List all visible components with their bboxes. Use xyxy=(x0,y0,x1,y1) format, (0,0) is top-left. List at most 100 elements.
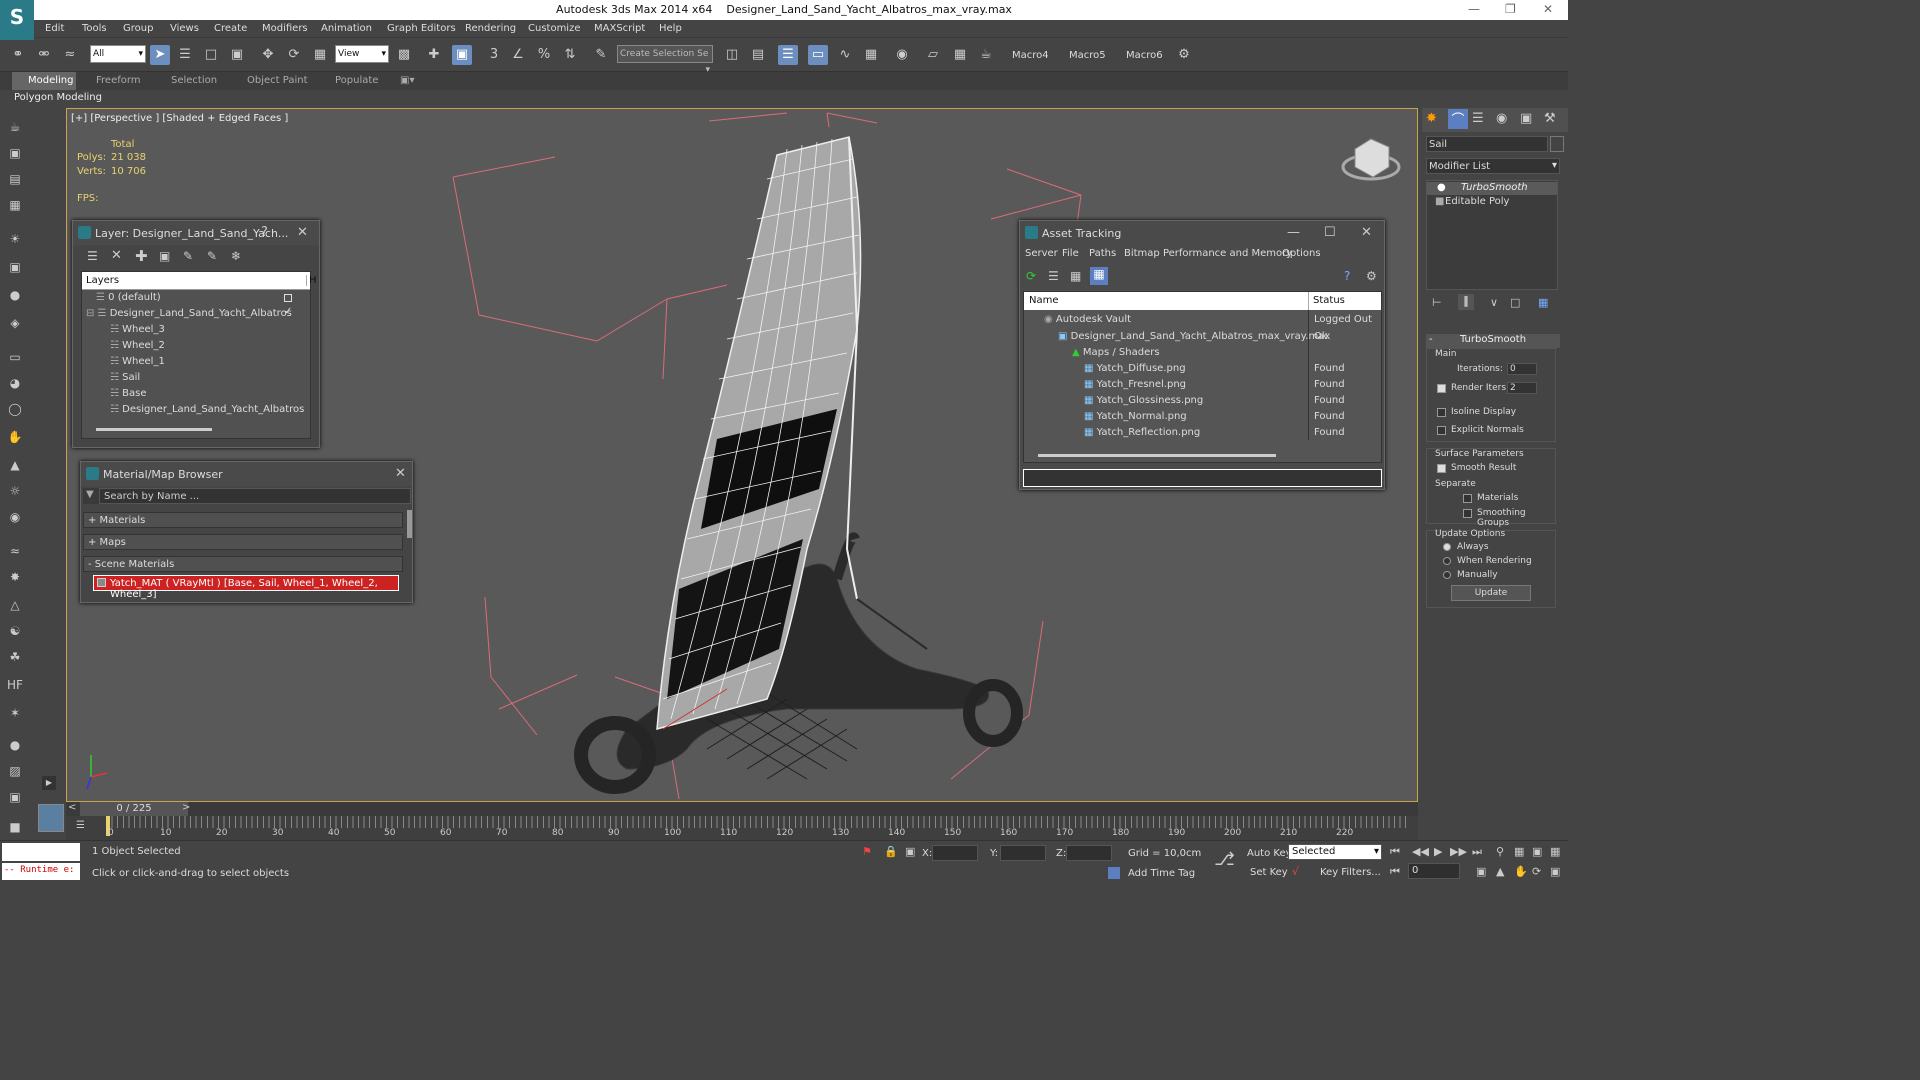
rect-selection-icon[interactable]: □ xyxy=(201,45,221,65)
macro5-button[interactable]: Macro5 xyxy=(1069,50,1106,61)
time-slider-thumb[interactable]: 0 / 225 xyxy=(80,802,188,816)
layer-row[interactable]: ⊟ ☰ Designer_Land_Sand_Yacht_Albatros xyxy=(86,306,292,322)
menu-views[interactable]: Views xyxy=(170,23,199,34)
go-to-end-icon[interactable]: ⏭ xyxy=(1472,845,1482,859)
go-to-start-icon[interactable]: ⏮ xyxy=(1390,845,1400,859)
x-coordinate-field[interactable] xyxy=(932,845,978,861)
asset-row[interactable]: ▦ Yatch_Glossiness.png xyxy=(1084,393,1203,409)
render-setup-icon[interactable]: ▱ xyxy=(923,45,943,65)
make-unique-icon[interactable]: ∨ xyxy=(1490,296,1498,309)
mini-curve-toggle[interactable] xyxy=(38,804,64,832)
tab-object-paint[interactable]: Object Paint xyxy=(247,75,308,86)
minimize-icon[interactable]: — xyxy=(1468,2,1480,16)
maps-section[interactable]: + Maps xyxy=(83,534,403,550)
zoom-all-icon[interactable]: ▦ xyxy=(1514,845,1524,858)
update-button[interactable]: Update xyxy=(1451,585,1531,601)
prev-frame-arrow-icon[interactable]: < xyxy=(68,802,76,813)
menu-graph-editors[interactable]: Graph Editors xyxy=(387,23,456,34)
vertical-scrollbar[interactable] xyxy=(407,510,412,538)
hf-icon[interactable]: HF xyxy=(6,676,24,694)
always-radio[interactable] xyxy=(1443,543,1451,551)
path-input[interactable] xyxy=(1023,469,1382,487)
orbit-icon[interactable]: ⟳ xyxy=(1532,865,1541,878)
new-layer-icon[interactable]: ☰ xyxy=(87,249,98,263)
select-objects-icon[interactable]: ▣ xyxy=(159,249,170,263)
particle-icon[interactable]: ✸ xyxy=(6,568,24,586)
link-icon[interactable]: ⚭ xyxy=(8,45,28,65)
menu-customize[interactable]: Customize xyxy=(528,23,581,34)
ribbon-toggle-icon[interactable]: ▭ xyxy=(808,45,828,65)
graph-icon[interactable]: ▨ xyxy=(6,762,24,780)
schematic-view-icon[interactable]: ▦ xyxy=(861,45,881,65)
add-icon[interactable]: ✚ xyxy=(135,247,148,265)
scale-icon[interactable]: ▦ xyxy=(310,45,330,65)
time-tag-icon[interactable] xyxy=(1108,867,1120,879)
horizontal-scrollbar[interactable] xyxy=(96,428,212,431)
object-color-swatch[interactable] xyxy=(1550,136,1564,152)
field-of-view-icon[interactable]: ▲ xyxy=(1496,865,1504,878)
object-row[interactable]: ☵ Wheel_1 xyxy=(110,354,165,370)
iterations-spinner[interactable]: 0 xyxy=(1507,363,1537,375)
window-crossing-icon[interactable]: ▣ xyxy=(227,45,247,65)
modify-tab-icon[interactable]: ⌒ xyxy=(1448,109,1468,129)
show-end-result-icon[interactable]: ‖ xyxy=(1458,294,1474,310)
stack-item-turbosmooth[interactable]: ● TurboSmooth xyxy=(1427,182,1557,195)
viewport-label[interactable]: [+] [Perspective ] [Shaded + Edged Faces… xyxy=(71,113,288,124)
menu-paths[interactable]: Paths xyxy=(1089,248,1116,259)
y-coordinate-field[interactable] xyxy=(1000,845,1046,861)
asset-row[interactable]: ▦ Yatch_Reflection.png xyxy=(1084,425,1200,441)
remove-modifier-icon[interactable]: □ xyxy=(1510,296,1520,309)
set-key-icon[interactable]: √ xyxy=(1292,865,1299,878)
turbosmooth-rollout-header[interactable]: - TurboSmooth xyxy=(1426,334,1560,348)
delete-icon[interactable]: ✕ xyxy=(111,248,122,263)
menu-rendering[interactable]: Rendering xyxy=(465,23,516,34)
select-object-icon[interactable]: ➤ xyxy=(150,45,170,65)
asset-row[interactable]: ▣ Designer_Land_Sand_Yacht_Albatros_max_… xyxy=(1058,329,1330,345)
keyboard-shortcut-override-icon[interactable]: ▣ xyxy=(452,45,472,65)
play-icon[interactable]: ▶ xyxy=(1434,845,1442,858)
zoom-extents-all-icon[interactable]: ▦ xyxy=(1550,845,1560,858)
ref-coord-dropdown[interactable]: View ▾ xyxy=(335,45,389,63)
next-frame-icon[interactable]: ▶▶ xyxy=(1450,845,1467,858)
pivot-center-icon[interactable]: ▩ xyxy=(394,45,414,65)
menu-bitmap-performance[interactable]: Bitmap Performance and Memory xyxy=(1124,248,1292,259)
key-icon[interactable]: ⎇ xyxy=(1214,849,1235,870)
next-frame-arrow-icon[interactable]: > xyxy=(182,802,190,813)
rendered-frame-icon[interactable]: ▦ xyxy=(950,45,970,65)
render-iters-checkbox[interactable] xyxy=(1437,384,1446,393)
close-icon[interactable]: ✕ xyxy=(297,225,308,240)
status-column-header[interactable]: Status xyxy=(1308,292,1345,310)
selection-filter-dropdown[interactable]: All ▾ xyxy=(90,45,146,63)
select-by-name-icon[interactable]: ☰ xyxy=(175,45,195,65)
maxscript-listener-top[interactable] xyxy=(2,843,80,861)
name-column-header[interactable]: Name xyxy=(1029,295,1059,306)
previous-frame-icon[interactable]: ◀◀ xyxy=(1412,845,1429,858)
explicit-normals-checkbox[interactable] xyxy=(1437,426,1446,435)
table-view-icon[interactable]: ▦ xyxy=(1090,267,1108,285)
add-time-tag-button[interactable]: Add Time Tag xyxy=(1128,868,1195,879)
when-rendering-radio[interactable] xyxy=(1443,557,1451,565)
utilities-tab-icon[interactable]: ⚒ xyxy=(1544,111,1556,126)
vray-icon[interactable]: ▣ xyxy=(6,788,24,806)
materials-section[interactable]: + Materials xyxy=(83,512,403,528)
teapot-icon[interactable]: ☕ xyxy=(6,118,24,136)
scene-material-item[interactable]: Yatch_MAT ( VRayMtl ) [Base, Sail, Wheel… xyxy=(93,575,399,600)
percent-snap-icon[interactable]: % xyxy=(534,45,554,65)
hair-icon[interactable]: ≈ xyxy=(6,542,24,560)
menu-help[interactable]: Help xyxy=(659,23,682,34)
gear-icon[interactable]: ⚙ xyxy=(1174,45,1194,65)
close-icon[interactable]: ✕ xyxy=(395,466,406,481)
time-config-icon[interactable]: ▣ xyxy=(1476,865,1486,878)
tab-selection[interactable]: Selection xyxy=(171,75,217,86)
menu-modifiers[interactable]: Modifiers xyxy=(262,23,308,34)
render-iters-spinner[interactable]: 2 xyxy=(1507,382,1537,394)
polygon-modeling-label[interactable]: Polygon Modeling xyxy=(14,92,102,103)
minimize-icon[interactable]: — xyxy=(1287,225,1300,240)
smoothing-groups-checkbox[interactable] xyxy=(1463,509,1472,518)
restore-icon[interactable]: ❐ xyxy=(1505,2,1516,16)
time-slider[interactable]: < 0 / 225 > xyxy=(66,802,1418,816)
helper-icon[interactable]: ◈ xyxy=(6,314,24,332)
isolate-icon[interactable]: ⚑ xyxy=(862,845,872,858)
select-manipulate-icon[interactable]: ✚ xyxy=(424,45,444,65)
film-icon[interactable]: ▤ xyxy=(6,170,24,188)
